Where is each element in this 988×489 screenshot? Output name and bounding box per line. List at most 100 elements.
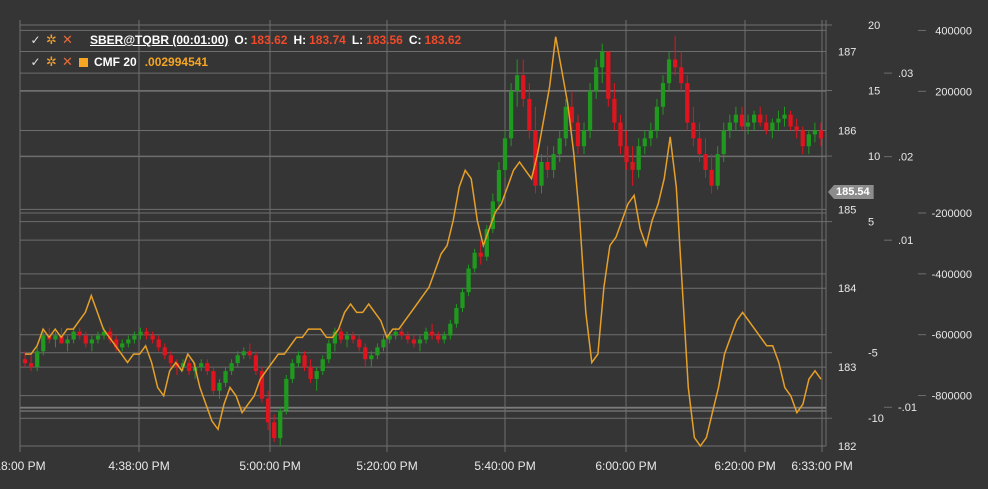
candle-body (71, 331, 76, 340)
candle-body (636, 146, 641, 170)
candle-body (557, 138, 562, 155)
candle-body (606, 51, 611, 99)
candle-body (338, 331, 344, 340)
candle-body (120, 343, 125, 348)
candle-body (782, 114, 787, 119)
candle-body (278, 410, 283, 439)
candle-body (521, 75, 526, 99)
candle-body (697, 138, 702, 155)
candle-body (460, 292, 465, 308)
price-tick-label: 182 (838, 441, 856, 453)
ad-tick-label: -200000 (932, 208, 972, 220)
candle-body (205, 363, 210, 372)
candle-body (539, 162, 544, 186)
candle-body (545, 162, 550, 170)
high-label: H: (293, 33, 307, 47)
time-tick-label: 5:00:00 PM (239, 459, 300, 473)
close-icon[interactable]: ✕ (60, 55, 75, 69)
candle-body (806, 134, 811, 147)
candle-body (357, 339, 362, 348)
price-tick-label: 186 (838, 125, 856, 137)
candle-body (709, 169, 714, 186)
candle-body (770, 122, 775, 131)
candle-body (308, 367, 313, 379)
check-icon[interactable]: ✓ (28, 55, 43, 69)
candle-body (429, 331, 435, 336)
check-icon[interactable]: ✓ (28, 33, 43, 47)
candle-body (508, 91, 514, 139)
candle-body (229, 363, 234, 372)
candle-body (344, 335, 350, 340)
candle-body (788, 114, 793, 127)
candle-body (527, 98, 532, 131)
candle-body (284, 378, 289, 411)
volume-tick-label: -5 (868, 348, 878, 360)
candle-body (375, 347, 380, 356)
time-tick-label: 6:00:00 PM (595, 459, 656, 473)
candle-body (53, 335, 58, 340)
high-value: 183.74 (309, 33, 346, 47)
candle-body (587, 91, 593, 131)
cmf-tick-label: .01 (898, 235, 913, 247)
price-chart[interactable]: 187 186 185 184 183 182 20 15 10 5 -5 -10 .03 .02 .01 -… (0, 0, 988, 489)
ad-tick-label: 400000 (935, 25, 972, 37)
time-tick-label: 6:33:00 PM (791, 459, 852, 473)
candle-body (320, 359, 325, 372)
close-icon[interactable]: ✕ (60, 33, 75, 47)
candle-body (411, 339, 417, 344)
open-label: O: (234, 33, 248, 47)
candle-body (715, 154, 720, 186)
candle-body (666, 59, 672, 84)
candle-body (162, 347, 167, 356)
candle-body (132, 335, 137, 340)
candle-body (405, 335, 410, 340)
volume-tick-label: 20 (868, 20, 880, 32)
candle-body (241, 351, 246, 356)
candle-body (496, 169, 502, 202)
candle-body (776, 118, 781, 123)
candle-body (393, 331, 398, 336)
gear-icon[interactable]: ✲ (44, 55, 59, 69)
price-tick-label: 187 (838, 47, 856, 59)
candle-body (745, 122, 751, 127)
candle-body (89, 339, 94, 344)
candle-body (369, 355, 374, 360)
cmf-line (25, 36, 822, 448)
candle-body (211, 371, 216, 391)
candle-body (423, 331, 429, 340)
candle-body (654, 106, 660, 131)
candle-body (22, 359, 28, 364)
candle-body (95, 335, 101, 340)
candle-body (563, 106, 568, 139)
candle-body (551, 154, 556, 170)
candle-body (144, 331, 149, 336)
cmf-value: .002994541 (144, 55, 209, 69)
cmf-color-swatch (79, 57, 88, 67)
candle-body (247, 351, 252, 356)
candle-body (739, 114, 745, 127)
candle-body (223, 371, 228, 383)
candle-body (594, 67, 599, 91)
symbol-label[interactable]: SBER@TQBR (00:01:00) (90, 33, 228, 47)
candle-body (818, 130, 824, 139)
candle-body (752, 114, 757, 123)
price-tick-label: 185 (838, 204, 856, 216)
time-tick-label: 6:20:00 PM (714, 459, 775, 473)
candle-body (296, 355, 301, 364)
candle-body (302, 355, 307, 368)
time-tick-label: 4:38:00 PM (108, 459, 169, 473)
candle-body (624, 146, 629, 162)
ohlc-legend: ✓ ✲ ✕ SBER@TQBR (00:01:00) O: 183.62 H: … (28, 33, 467, 48)
candle-body (381, 339, 386, 348)
candle-body (150, 335, 155, 340)
candle-body (612, 98, 617, 123)
candle-body (800, 130, 805, 147)
candle-body (77, 331, 82, 336)
candle-body (265, 398, 271, 423)
candle-body (679, 67, 684, 84)
ad-tick-label: 200000 (935, 86, 972, 98)
price-tick-label: 183 (838, 362, 856, 374)
gear-icon[interactable]: ✲ (44, 33, 59, 47)
candle-body (417, 339, 423, 344)
candle-body (326, 343, 331, 360)
